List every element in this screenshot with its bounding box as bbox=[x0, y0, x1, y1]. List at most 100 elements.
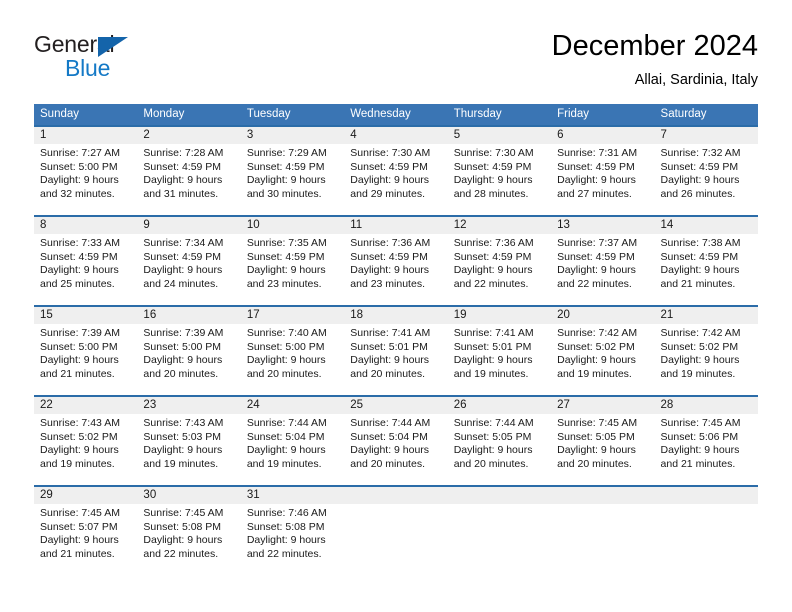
day-cell-inner: 31 Sunrise: 7:46 AM Sunset: 5:08 PM Dayligh… bbox=[240, 485, 345, 575]
calendar-day-cell[interactable]: 22 Sunrise: 7:43 AM Sunset: 5:02 PM Dayligh… bbox=[34, 395, 138, 485]
day-cell-inner: 25 Sunrise: 7:44 AM Sunset: 5:04 PM Dayligh… bbox=[344, 395, 448, 485]
day-number: 15 bbox=[34, 307, 138, 324]
day-number: 10 bbox=[240, 217, 345, 234]
calendar-day-cell-empty bbox=[344, 485, 448, 575]
daylight-duration-line1: Daylight: 9 hours bbox=[143, 444, 223, 457]
sunrise-time: Sunrise: 7:37 AM bbox=[557, 237, 638, 249]
calendar-day-cell[interactable]: 17 Sunrise: 7:40 AM Sunset: 5:00 PM Dayligh… bbox=[240, 305, 345, 395]
sunset-time: Sunset: 5:01 PM bbox=[350, 340, 428, 353]
calendar-day-cell[interactable]: 7 Sunrise: 7:32 AM Sunset: 4:59 PM Daylight… bbox=[654, 125, 758, 215]
calendar-day-cell[interactable]: 23 Sunrise: 7:43 AM Sunset: 5:03 PM Dayligh… bbox=[137, 395, 241, 485]
calendar-day-cell[interactable]: 14 Sunrise: 7:38 AM Sunset: 4:59 PM Dayligh… bbox=[654, 215, 758, 305]
daylight-duration-line2: and 19 minutes. bbox=[246, 457, 322, 470]
sunrise-time: Sunrise: 7:28 AM bbox=[143, 147, 224, 159]
day-cell-details bbox=[448, 504, 551, 507]
daylight-duration-line1: Daylight: 9 hours bbox=[40, 174, 119, 187]
day-cell-details: Sunrise: 7:41 AM Sunset: 5:01 PM Daylight:… bbox=[448, 324, 551, 381]
day-cell-inner: 17 Sunrise: 7:40 AM Sunset: 5:00 PM Dayligh… bbox=[240, 305, 345, 395]
title-block: December 2024 Allai, Sardinia, Italy bbox=[552, 28, 758, 90]
daylight-duration-line2: and 19 minutes. bbox=[453, 367, 529, 380]
daylight-duration-line2: and 22 minutes. bbox=[246, 547, 322, 560]
calendar-day-cell[interactable]: 29 Sunrise: 7:45 AM Sunset: 5:07 PM Dayligh… bbox=[34, 485, 138, 575]
day-cell-details bbox=[551, 504, 654, 507]
day-cell-inner: 21 Sunrise: 7:42 AM Sunset: 5:02 PM Dayligh… bbox=[654, 305, 758, 395]
calendar-day-cell[interactable]: 28 Sunrise: 7:45 AM Sunset: 5:06 PM Dayligh… bbox=[654, 395, 758, 485]
calendar-day-cell[interactable]: 3 Sunrise: 7:29 AM Sunset: 4:59 PM Daylight… bbox=[240, 125, 345, 215]
daylight-duration-line2: and 21 minutes. bbox=[40, 367, 115, 380]
daylight-duration-line1: Daylight: 9 hours bbox=[350, 444, 430, 457]
sunrise-time: Sunrise: 7:43 AM bbox=[40, 417, 120, 429]
calendar-day-cell[interactable]: 25 Sunrise: 7:44 AM Sunset: 5:04 PM Dayligh… bbox=[344, 395, 448, 485]
calendar-day-cell[interactable]: 10 Sunrise: 7:35 AM Sunset: 4:59 PM Dayligh… bbox=[240, 215, 345, 305]
calendar-day-cell[interactable]: 30 Sunrise: 7:45 AM Sunset: 5:08 PM Dayligh… bbox=[137, 485, 241, 575]
day-cell-inner: 29 Sunrise: 7:45 AM Sunset: 5:07 PM Dayligh… bbox=[34, 485, 138, 575]
daylight-duration-line2: and 21 minutes. bbox=[40, 547, 115, 560]
calendar-day-cell[interactable]: 12 Sunrise: 7:36 AM Sunset: 4:59 PM Dayligh… bbox=[447, 215, 552, 305]
calendar-day-cell[interactable]: 13 Sunrise: 7:37 AM Sunset: 4:59 PM Dayligh… bbox=[551, 215, 655, 305]
sunset-time: Sunset: 4:59 PM bbox=[143, 160, 222, 173]
calendar-day-cell[interactable]: 8 Sunrise: 7:33 AM Sunset: 4:59 PM Daylight… bbox=[34, 215, 138, 305]
daylight-duration-line1: Daylight: 9 hours bbox=[453, 444, 533, 457]
daylight-duration-line1: Daylight: 9 hours bbox=[246, 534, 326, 547]
daylight-duration-line1: Daylight: 9 hours bbox=[557, 354, 636, 367]
sunrise-time: Sunrise: 7:39 AM bbox=[143, 327, 224, 339]
calendar-day-cell[interactable]: 19 Sunrise: 7:41 AM Sunset: 5:01 PM Dayligh… bbox=[447, 305, 552, 395]
day-cell-details: Sunrise: 7:33 AM Sunset: 4:59 PM Daylight:… bbox=[34, 234, 137, 291]
weekday-header-wednesday: Wednesday bbox=[344, 104, 448, 125]
sunset-time: Sunset: 5:01 PM bbox=[453, 340, 532, 353]
day-cell-inner: 22 Sunrise: 7:43 AM Sunset: 5:02 PM Dayligh… bbox=[34, 395, 138, 485]
daylight-duration-line1: Daylight: 9 hours bbox=[453, 174, 533, 187]
calendar-page: General Blue December 2024 Allai, Sardin… bbox=[0, 0, 792, 612]
logo-triangle-icon bbox=[98, 37, 128, 57]
day-cell-details: Sunrise: 7:43 AM Sunset: 5:03 PM Daylight:… bbox=[137, 414, 240, 471]
calendar-day-cell[interactable]: 6 Sunrise: 7:31 AM Sunset: 4:59 PM Daylight… bbox=[551, 125, 655, 215]
daylight-duration-line2: and 21 minutes. bbox=[660, 457, 736, 470]
day-cell-details: Sunrise: 7:39 AM Sunset: 5:00 PM Daylight:… bbox=[137, 324, 240, 381]
calendar-day-cell[interactable]: 16 Sunrise: 7:39 AM Sunset: 5:00 PM Dayligh… bbox=[137, 305, 241, 395]
sunrise-time: Sunrise: 7:43 AM bbox=[143, 417, 224, 429]
day-cell-details bbox=[344, 504, 447, 507]
sunrise-time: Sunrise: 7:45 AM bbox=[557, 417, 638, 429]
day-cell-inner: 2 Sunrise: 7:28 AM Sunset: 4:59 PM Daylight… bbox=[137, 125, 241, 215]
calendar-day-cell[interactable]: 4 Sunrise: 7:30 AM Sunset: 4:59 PM Daylight… bbox=[344, 125, 448, 215]
calendar-day-cell[interactable]: 5 Sunrise: 7:30 AM Sunset: 4:59 PM Daylight… bbox=[447, 125, 552, 215]
day-cell-inner bbox=[551, 485, 655, 575]
daylight-duration-line2: and 19 minutes. bbox=[40, 457, 115, 470]
sunset-time: Sunset: 4:59 PM bbox=[350, 160, 428, 173]
day-cell-details: Sunrise: 7:40 AM Sunset: 5:00 PM Daylight:… bbox=[241, 324, 344, 381]
sunset-time: Sunset: 4:59 PM bbox=[453, 160, 532, 173]
calendar-day-cell[interactable]: 26 Sunrise: 7:44 AM Sunset: 5:05 PM Dayligh… bbox=[447, 395, 552, 485]
sunrise-time: Sunrise: 7:44 AM bbox=[246, 417, 327, 429]
calendar-day-cell[interactable]: 11 Sunrise: 7:36 AM Sunset: 4:59 PM Dayligh… bbox=[344, 215, 448, 305]
calendar-day-cell[interactable]: 1 Sunrise: 7:27 AM Sunset: 5:00 PM Daylight… bbox=[34, 125, 138, 215]
day-number: 1 bbox=[34, 127, 138, 144]
calendar-day-cell[interactable]: 31 Sunrise: 7:46 AM Sunset: 5:08 PM Dayligh… bbox=[240, 485, 345, 575]
sunrise-time: Sunrise: 7:30 AM bbox=[453, 147, 534, 159]
day-cell-details: Sunrise: 7:44 AM Sunset: 5:05 PM Daylight:… bbox=[448, 414, 551, 471]
calendar-day-cell[interactable]: 20 Sunrise: 7:42 AM Sunset: 5:02 PM Dayligh… bbox=[551, 305, 655, 395]
day-number: 22 bbox=[34, 397, 138, 414]
daylight-duration-line2: and 31 minutes. bbox=[143, 187, 219, 200]
day-cell-details: Sunrise: 7:28 AM Sunset: 4:59 PM Daylight:… bbox=[137, 144, 240, 201]
calendar-day-cell[interactable]: 21 Sunrise: 7:42 AM Sunset: 5:02 PM Dayligh… bbox=[654, 305, 758, 395]
day-number: 14 bbox=[654, 217, 758, 234]
daylight-duration-line2: and 32 minutes. bbox=[40, 187, 115, 200]
daylight-duration-line1: Daylight: 9 hours bbox=[557, 174, 636, 187]
calendar-day-cell[interactable]: 15 Sunrise: 7:39 AM Sunset: 5:00 PM Dayligh… bbox=[34, 305, 138, 395]
day-cell-inner: 26 Sunrise: 7:44 AM Sunset: 5:05 PM Dayligh… bbox=[447, 395, 552, 485]
calendar-day-cell[interactable]: 27 Sunrise: 7:45 AM Sunset: 5:05 PM Dayligh… bbox=[551, 395, 655, 485]
daylight-duration-line1: Daylight: 9 hours bbox=[246, 444, 326, 457]
calendar-day-cell[interactable]: 24 Sunrise: 7:44 AM Sunset: 5:04 PM Dayligh… bbox=[240, 395, 345, 485]
weekday-header-friday: Friday bbox=[551, 104, 655, 125]
calendar-day-cell[interactable]: 9 Sunrise: 7:34 AM Sunset: 4:59 PM Daylight… bbox=[137, 215, 241, 305]
weekday-header-sunday: Sunday bbox=[34, 104, 138, 125]
day-cell-details: Sunrise: 7:43 AM Sunset: 5:02 PM Daylight:… bbox=[34, 414, 137, 471]
sunrise-time: Sunrise: 7:44 AM bbox=[350, 417, 431, 429]
day-cell-inner: 28 Sunrise: 7:45 AM Sunset: 5:06 PM Dayligh… bbox=[654, 395, 758, 485]
calendar-day-cell[interactable]: 2 Sunrise: 7:28 AM Sunset: 4:59 PM Daylight… bbox=[137, 125, 241, 215]
day-number: 5 bbox=[447, 127, 552, 144]
sunset-time: Sunset: 4:59 PM bbox=[453, 250, 532, 263]
calendar-day-cell[interactable]: 18 Sunrise: 7:41 AM Sunset: 5:01 PM Dayligh… bbox=[344, 305, 448, 395]
daylight-duration-line1: Daylight: 9 hours bbox=[350, 354, 430, 367]
day-cell-inner bbox=[654, 485, 758, 575]
